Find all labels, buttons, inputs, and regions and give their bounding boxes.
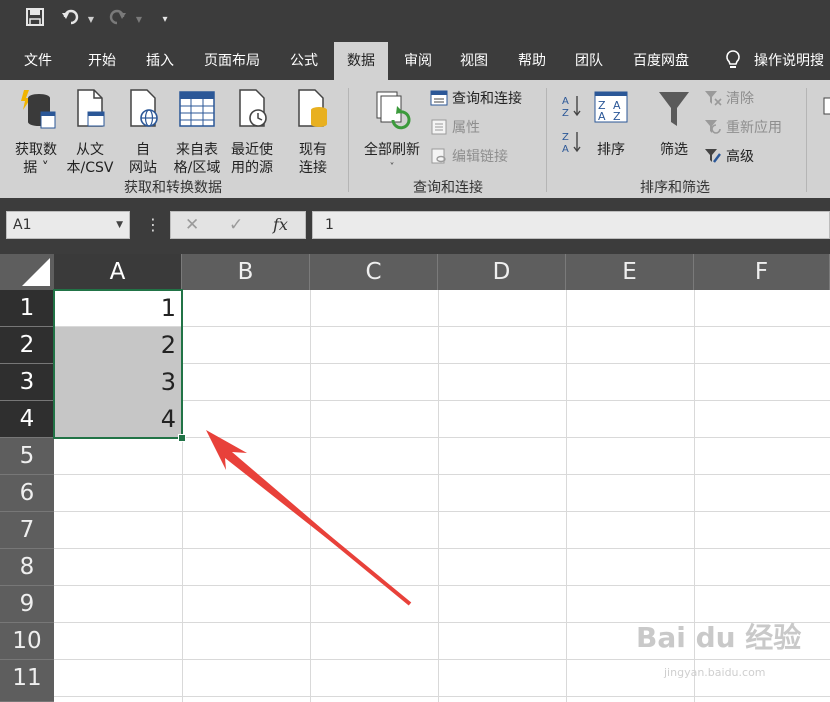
red-arrow-shaft: [223, 450, 412, 606]
baidu-watermark: Bai du 经验: [636, 621, 802, 654]
annotation-arrow: [206, 430, 412, 606]
baidu-watermark-url: jingyan.baidu.com: [664, 666, 766, 679]
